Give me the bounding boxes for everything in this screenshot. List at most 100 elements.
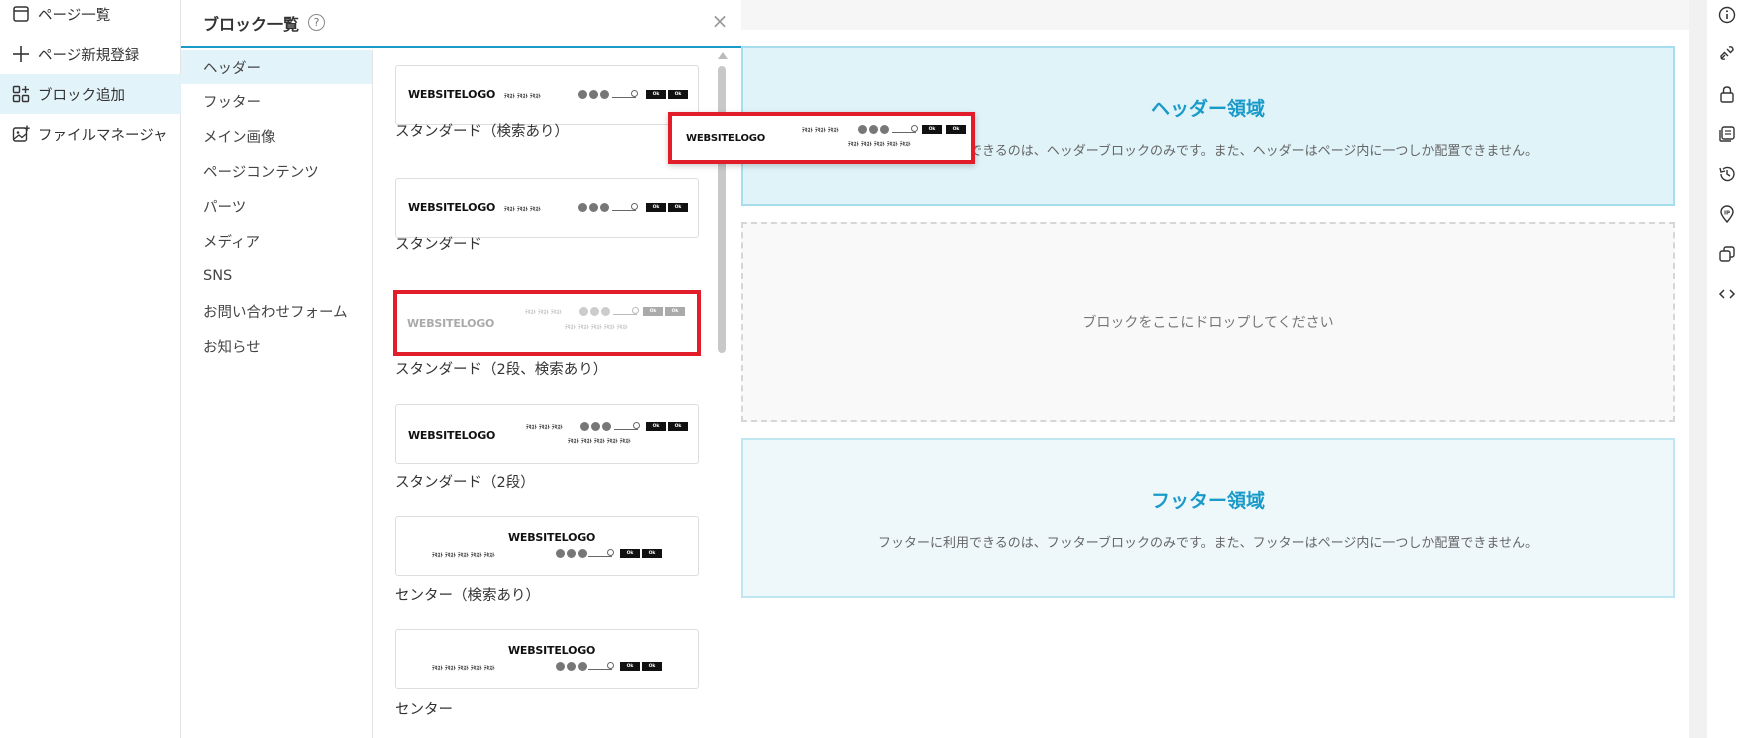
- mock-button: Ok: [668, 203, 688, 212]
- content-drop-zone[interactable]: ブロックをここにドロップしてください: [741, 222, 1675, 422]
- category-item[interactable]: お知らせ: [181, 329, 372, 363]
- block-label: スタンダード（2段、検索あり）: [395, 362, 608, 378]
- mock-logo: WEBSITELOGO: [407, 317, 495, 330]
- mock-nav-text: ﾃｷｽﾄ ﾃｷｽﾄ ﾃｷｽﾄ: [802, 128, 839, 134]
- block-label: スタンダード（検索あり）: [395, 124, 569, 140]
- mock-dots: [556, 549, 587, 558]
- mock-button: Ok: [620, 549, 640, 558]
- panel-header: ブロック一覧 ? ×: [181, 0, 741, 48]
- category-item[interactable]: ページコンテンツ: [181, 154, 372, 188]
- category-item[interactable]: メイン画像: [181, 119, 372, 153]
- svg-text:IP: IP: [1724, 211, 1730, 217]
- block-thumbnail-standard-2row[interactable]: WEBSITELOGO ﾃｷｽﾄ ﾃｷｽﾄ ﾃｷｽﾄ Ok Ok ﾃｷｽﾄ ﾃｷ…: [395, 404, 699, 464]
- code-icon[interactable]: [1717, 284, 1737, 304]
- block-label: センター: [395, 702, 453, 718]
- page-canvas: ヘッダー領域 ヘッダーに利用できるのは、ヘッダーブロックのみです。また、ヘッダー…: [741, 0, 1689, 738]
- page-list-icon: [11, 4, 31, 24]
- mock-dots: [580, 422, 611, 431]
- mock-nav-text: ﾃｷｽﾄ ﾃｷｽﾄ ﾃｷｽﾄ ﾃｷｽﾄ ﾃｷｽﾄ: [568, 439, 631, 445]
- mock-dots: [858, 125, 889, 134]
- mock-button: Ok: [646, 422, 666, 431]
- nav-item-file-manager[interactable]: ファイルマネージャ: [0, 114, 181, 154]
- mock-button: Ok: [646, 90, 666, 99]
- scroll-up-icon[interactable]: [718, 52, 728, 59]
- footer-zone-desc: フッターに利用できるのは、フッターブロックのみです。また、フッターはページ内に一…: [877, 536, 1538, 551]
- category-list: ヘッダー フッター メイン画像 ページコンテンツ パーツ メディア SNS お問…: [181, 50, 373, 738]
- mock-logo: WEBSITELOGO: [508, 531, 596, 544]
- panel-title: ブロック一覧: [203, 15, 300, 34]
- lock-icon[interactable]: [1717, 84, 1737, 104]
- canvas-edge: [1689, 0, 1707, 738]
- mock-logo: WEBSITELOGO: [408, 201, 496, 214]
- mock-nav-text: ﾃｷｽﾄ ﾃｷｽﾄ ﾃｷｽﾄ: [504, 94, 541, 100]
- blocks-icon: [11, 84, 31, 104]
- block-thumbnail-center[interactable]: WEBSITELOGO ﾃｷｽﾄ ﾃｷｽﾄ ﾃｷｽﾄ ﾃｷｽﾄ ﾃｷｽﾄ Ok …: [395, 629, 699, 689]
- left-nav: ページ一覧 ページ新規登録 ブロック追加 ファイルマネージャ: [0, 0, 181, 738]
- image-add-icon: [11, 124, 31, 144]
- search-icon: [892, 125, 918, 133]
- mock-nav-text: ﾃｷｽﾄ ﾃｷｽﾄ ﾃｷｽﾄ ﾃｷｽﾄ ﾃｷｽﾄ: [432, 553, 495, 559]
- mock-button: Ok: [646, 203, 666, 212]
- search-icon: [614, 422, 640, 430]
- block-label: スタンダード: [395, 237, 482, 253]
- mock-button: Ok: [946, 125, 966, 134]
- mock-nav-text: ﾃｷｽﾄ ﾃｷｽﾄ ﾃｷｽﾄ: [526, 425, 563, 431]
- block-thumbnail-standard[interactable]: WEBSITELOGO ﾃｷｽﾄ ﾃｷｽﾄ ﾃｷｽﾄ Ok Ok: [395, 178, 699, 238]
- footer-drop-zone[interactable]: フッター領域 フッターに利用できるのは、フッターブロックのみです。また、フッター…: [741, 438, 1675, 598]
- mock-nav-text: ﾃｷｽﾄ ﾃｷｽﾄ ﾃｷｽﾄ ﾃｷｽﾄ ﾃｷｽﾄ: [848, 142, 911, 148]
- history-icon[interactable]: [1717, 164, 1737, 184]
- close-icon[interactable]: ×: [709, 9, 731, 33]
- category-item[interactable]: パーツ: [181, 189, 372, 223]
- footer-zone-title: フッター領域: [1150, 490, 1265, 512]
- mock-button: Ok: [642, 549, 662, 558]
- block-thumbnail-center-search[interactable]: WEBSITELOGO ﾃｷｽﾄ ﾃｷｽﾄ ﾃｷｽﾄ ﾃｷｽﾄ ﾃｷｽﾄ Ok …: [395, 516, 699, 576]
- scroll-thumb[interactable]: [718, 66, 726, 353]
- nav-item-label: ページ新規登録: [38, 47, 140, 64]
- mock-dots: [578, 90, 609, 99]
- mock-nav-text: ﾃｷｽﾄ ﾃｷｽﾄ ﾃｷｽﾄ: [525, 310, 562, 316]
- nav-item-new-page[interactable]: ページ新規登録: [0, 34, 181, 74]
- mock-button: Ok: [643, 307, 663, 316]
- block-label: センター（検索あり）: [395, 588, 540, 604]
- mock-button: Ok: [668, 422, 688, 431]
- canvas-top-strip: [741, 0, 1689, 30]
- mock-dots: [578, 203, 609, 212]
- mock-dots: [579, 307, 610, 316]
- block-panel: ブロック一覧 ? × ヘッダー フッター メイン画像 ページコンテンツ パーツ …: [181, 0, 741, 738]
- mock-dots: [556, 662, 587, 671]
- dragging-block-preview[interactable]: WEBSITELOGO ﾃｷｽﾄ ﾃｷｽﾄ ﾃｷｽﾄ Ok Ok ﾃｷｽﾄ ﾃｷ…: [668, 112, 975, 164]
- mock-button: Ok: [922, 125, 942, 134]
- nav-item-add-block[interactable]: ブロック追加: [0, 74, 181, 114]
- mock-logo: WEBSITELOGO: [508, 644, 596, 657]
- copy-page-icon[interactable]: [1717, 124, 1737, 144]
- search-icon: [612, 203, 638, 211]
- category-item[interactable]: メディア: [181, 224, 372, 258]
- category-item[interactable]: SNS: [181, 259, 372, 293]
- nav-item-label: ページ一覧: [38, 7, 111, 24]
- mock-nav-text: ﾃｷｽﾄ ﾃｷｽﾄ ﾃｷｽﾄ ﾃｷｽﾄ ﾃｷｽﾄ: [432, 666, 495, 672]
- mock-logo: WEBSITELOGO: [408, 429, 496, 442]
- block-label: スタンダード（2段）: [395, 475, 535, 491]
- info-icon[interactable]: [1717, 5, 1737, 25]
- help-icon[interactable]: ?: [308, 14, 325, 31]
- link-icon[interactable]: [1717, 43, 1737, 63]
- duplicate-icon[interactable]: [1717, 244, 1737, 264]
- block-thumbnail-standard-search[interactable]: WEBSITELOGO ﾃｷｽﾄ ﾃｷｽﾄ ﾃｷｽﾄ Ok Ok: [395, 65, 699, 125]
- mock-button: Ok: [668, 90, 688, 99]
- block-thumbnail-standard-2row-search[interactable]: WEBSITELOGO ﾃｷｽﾄ ﾃｷｽﾄ ﾃｷｽﾄ Ok Ok ﾃｷｽﾄ ﾃｷ…: [393, 290, 701, 356]
- category-item[interactable]: フッター: [181, 84, 372, 118]
- category-item[interactable]: ヘッダー: [181, 50, 372, 84]
- search-icon: [612, 90, 638, 98]
- plus-icon: [11, 44, 31, 64]
- drop-zone-text: ブロックをここにドロップしてください: [1082, 315, 1334, 331]
- mock-logo: WEBSITELOGO: [408, 88, 496, 101]
- search-icon: [613, 307, 639, 315]
- mock-nav-text: ﾃｷｽﾄ ﾃｷｽﾄ ﾃｷｽﾄ: [504, 207, 541, 213]
- ip-icon[interactable]: IP: [1717, 204, 1737, 224]
- nav-item-label: ブロック追加: [38, 87, 125, 104]
- nav-item-page-list[interactable]: ページ一覧: [0, 0, 181, 34]
- right-toolbar: IP: [1707, 0, 1747, 738]
- mock-button: Ok: [665, 307, 685, 316]
- nav-item-label: ファイルマネージャ: [38, 127, 168, 144]
- category-item[interactable]: お問い合わせフォーム: [181, 294, 372, 328]
